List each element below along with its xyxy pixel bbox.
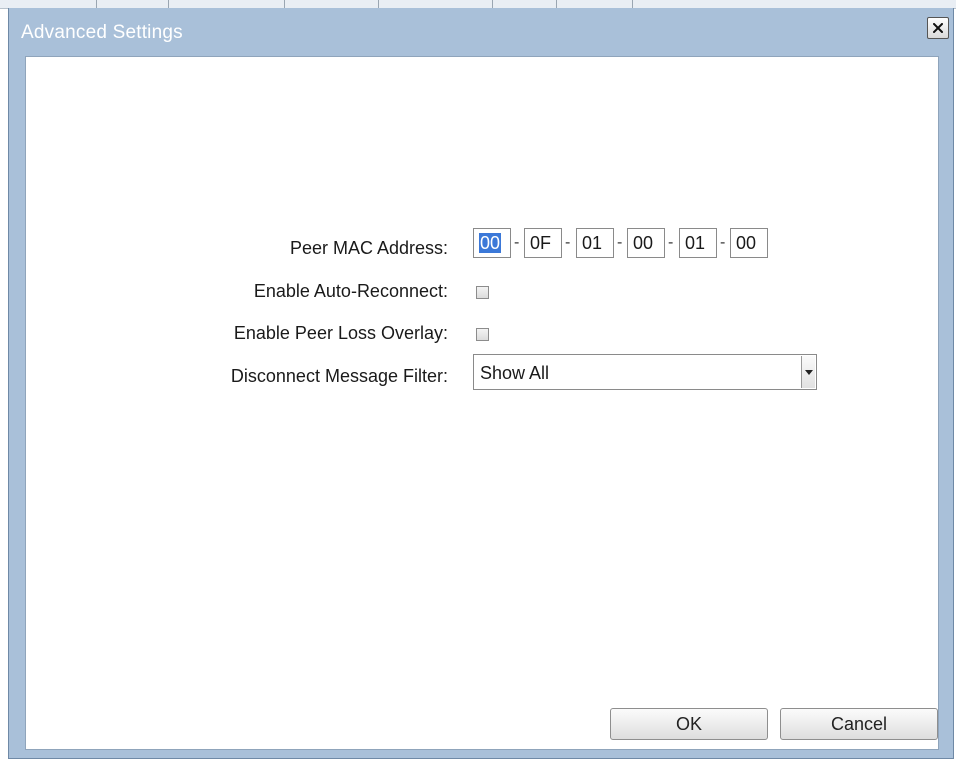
background-divider	[96, 0, 97, 8]
background-divider	[284, 0, 285, 8]
disconnect-filter-value: Show All	[480, 363, 550, 383]
mac-octet-4-field[interactable]: 00	[627, 228, 665, 258]
mac-separator: -	[617, 234, 623, 251]
mac-octet-1-field[interactable]: 00	[473, 228, 511, 258]
peer-loss-overlay-label: Enable Peer Loss Overlay:	[233, 323, 448, 343]
disconnect-filter-label: Disconnect Message Filter:	[230, 366, 448, 386]
close-icon	[933, 23, 943, 33]
background-divider	[168, 0, 169, 8]
disconnect-filter-select[interactable]: Show All	[473, 354, 817, 390]
mac-separator: -	[668, 234, 674, 251]
advanced-settings-dialog: Advanced Settings Peer MAC Address: 00 -…	[8, 8, 954, 759]
ok-button[interactable]: OK	[610, 708, 768, 740]
auto-reconnect-label: Enable Auto-Reconnect:	[253, 281, 448, 301]
dialog-content: Peer MAC Address: 00 - 0F - 01 - 00 - 01…	[25, 56, 939, 750]
background-divider	[632, 0, 633, 8]
mac-octet-5-field[interactable]: 01	[679, 228, 717, 258]
peer-loss-overlay-checkbox[interactable]	[476, 328, 489, 341]
mac-octet-1-value: 00	[479, 233, 502, 253]
mac-separator: -	[720, 234, 726, 251]
background-divider	[556, 0, 557, 8]
auto-reconnect-checkbox[interactable]	[476, 286, 489, 299]
close-button[interactable]	[927, 17, 949, 39]
background-divider	[378, 0, 379, 8]
dropdown-toggle[interactable]	[801, 356, 815, 388]
peer-mac-label: Peer MAC Address:	[289, 238, 448, 258]
chevron-down-icon	[804, 369, 813, 375]
mac-separator: -	[565, 234, 571, 251]
mac-octet-6-field[interactable]: 00	[730, 228, 768, 258]
mac-octet-3-field[interactable]: 01	[576, 228, 614, 258]
background-divider	[492, 0, 493, 8]
dialog-title: Advanced Settings	[21, 22, 183, 43]
cancel-button[interactable]: Cancel	[780, 708, 938, 740]
mac-octet-2-field[interactable]: 0F	[524, 228, 562, 258]
mac-separator: -	[514, 234, 520, 251]
dialog-title-bar[interactable]: Advanced Settings	[9, 8, 953, 56]
